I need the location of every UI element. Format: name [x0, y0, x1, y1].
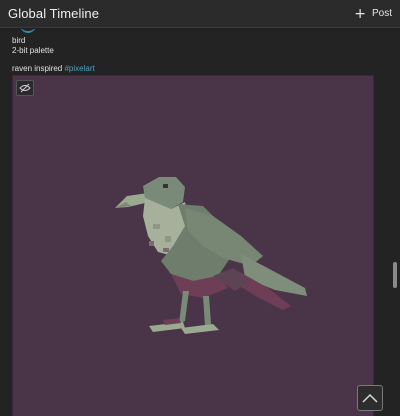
description-text: raven inspired	[12, 64, 65, 73]
scrollbar[interactable]	[390, 29, 400, 416]
post-button[interactable]: + Post	[354, 5, 392, 22]
avatar[interactable]	[20, 29, 36, 33]
hashtag-link[interactable]: #pixelart	[64, 64, 94, 73]
chevron-up-icon	[362, 393, 378, 403]
post-button-label: Post	[371, 8, 392, 19]
raven-pixel-art	[115, 177, 307, 334]
post-line: bird	[12, 36, 26, 45]
post-image[interactable]	[12, 75, 374, 416]
timeline-feed[interactable]: bird 2-bit palette raven inspired #pixel…	[0, 29, 390, 416]
post-content: bird 2-bit palette	[12, 36, 54, 56]
page-title: Global Timeline	[8, 6, 100, 21]
post-line: 2-bit palette	[12, 46, 54, 55]
scrollbar-thumb[interactable]	[393, 262, 397, 288]
scroll-to-top-button[interactable]	[357, 385, 383, 411]
image-description: raven inspired #pixelart	[12, 64, 95, 73]
plus-icon: +	[354, 5, 366, 22]
timeline-header: Global Timeline + Post	[0, 0, 400, 28]
